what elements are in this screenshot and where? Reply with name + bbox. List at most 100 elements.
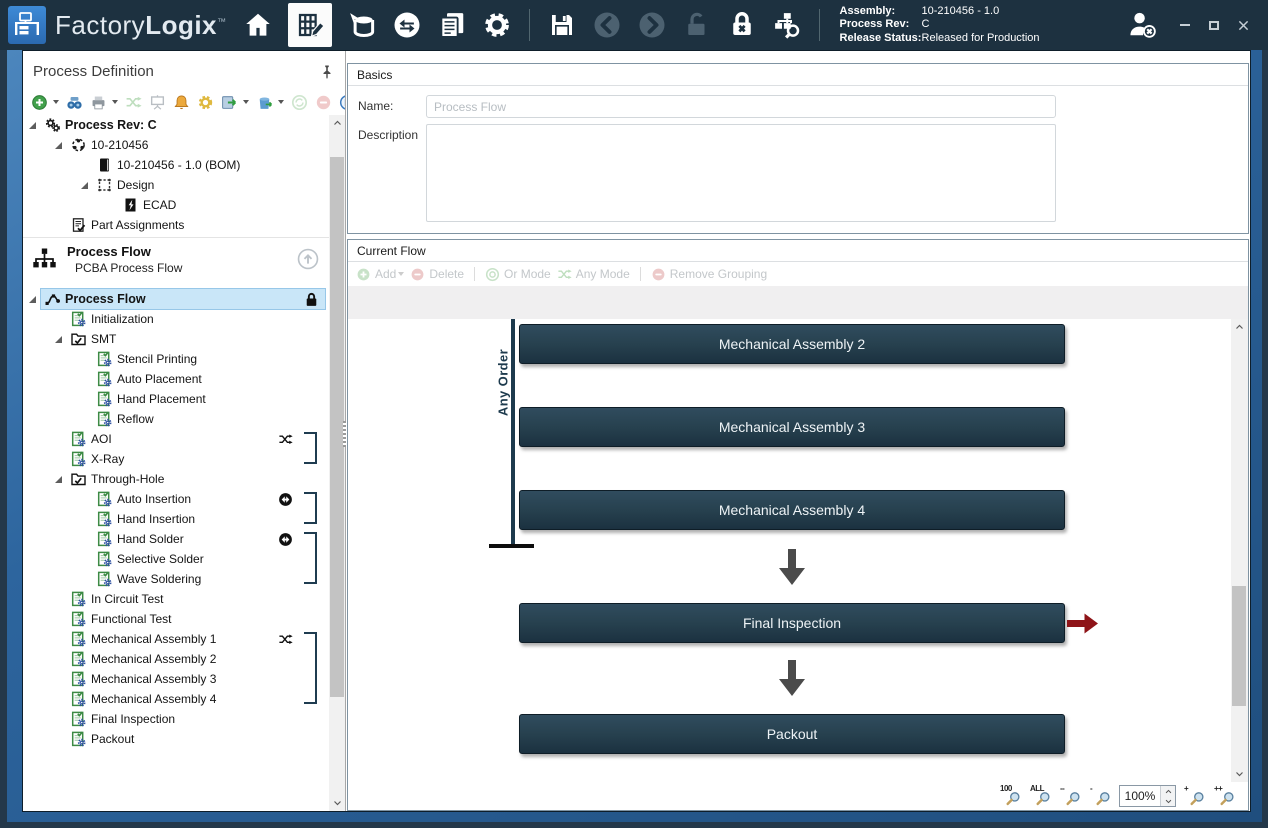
tree-item-process-flow[interactable]: Process Flow xyxy=(41,289,325,309)
dropdown-caret-icon[interactable] xyxy=(278,100,284,104)
flow-search-button[interactable] xyxy=(772,10,802,40)
canvas-scrollbar[interactable] xyxy=(1231,319,1248,782)
collapse-section-button[interactable] xyxy=(297,248,319,270)
unlock-button[interactable] xyxy=(682,10,712,40)
zoom-spin-down[interactable] xyxy=(1161,796,1175,806)
scroll-down-arrow[interactable] xyxy=(1231,766,1247,782)
tree-item-smt[interactable]: SMT xyxy=(67,329,119,349)
binoculars-button[interactable] xyxy=(66,94,83,111)
minimize-button[interactable] xyxy=(1174,14,1196,36)
expander-icon[interactable] xyxy=(81,182,93,189)
tree-item-mechanical-assembly-3[interactable]: Mechanical Assembly 3 xyxy=(67,669,219,689)
tree-item-initialization[interactable]: Initialization xyxy=(67,309,157,329)
flow-node-final-inspection[interactable]: Final Inspection xyxy=(519,603,1065,643)
tree-item-hand-insertion[interactable]: Hand Insertion xyxy=(93,509,198,529)
zoom-spin-up[interactable] xyxy=(1161,786,1175,796)
scroll-thumb[interactable] xyxy=(1232,586,1246,706)
expander-icon[interactable] xyxy=(55,142,67,149)
maximize-button[interactable] xyxy=(1203,14,1225,36)
tree-item-process-rev-c[interactable]: Process Rev: C xyxy=(41,115,160,135)
tree-item-hand-solder[interactable]: Hand Solder xyxy=(93,529,187,549)
zoom-100-button[interactable]: 100 xyxy=(999,784,1022,808)
tree-item-mechanical-assembly-2[interactable]: Mechanical Assembly 2 xyxy=(67,649,219,669)
tree-item-functional-test[interactable]: Functional Test xyxy=(67,609,175,629)
tree-item-selective-solder[interactable]: Selective Solder xyxy=(93,549,207,569)
settings-button[interactable] xyxy=(482,10,512,40)
scroll-up-arrow[interactable] xyxy=(1231,319,1247,335)
expander-icon[interactable] xyxy=(55,476,67,483)
transfer-button[interactable] xyxy=(392,10,422,40)
tree-item-part-assignments[interactable]: Part Assignments xyxy=(67,215,187,235)
data-import-button[interactable] xyxy=(347,10,377,40)
tree-item-auto-placement[interactable]: Auto Placement xyxy=(93,369,205,389)
export-button[interactable] xyxy=(221,94,238,111)
any-mode-dim-button[interactable] xyxy=(125,94,142,111)
documents-button[interactable] xyxy=(437,10,467,40)
tree-item-hand-placement[interactable]: Hand Placement xyxy=(93,389,209,409)
flow-canvas[interactable]: Any OrderMechanical Assembly 2Mechanical… xyxy=(348,319,1231,782)
tree-item-stencil-printing[interactable]: Stencil Printing xyxy=(93,349,200,369)
zoom-in-button[interactable]: + xyxy=(1183,784,1206,808)
presentation-dim-button[interactable] xyxy=(149,94,166,111)
tree-item-ecad[interactable]: ECAD xyxy=(119,195,179,215)
add-button[interactable]: Add xyxy=(356,267,404,282)
dropdown-caret-icon[interactable] xyxy=(112,100,118,104)
lock-x-button[interactable] xyxy=(727,10,757,40)
tree-item-wave-soldering[interactable]: Wave Soldering xyxy=(93,569,204,589)
remove-grouping-button[interactable]: Remove Grouping xyxy=(651,267,767,282)
flow-node-packout[interactable]: Packout xyxy=(519,714,1065,754)
tree-item-in-circuit-test[interactable]: In Circuit Test xyxy=(67,589,166,609)
delete-button[interactable]: Delete xyxy=(410,267,464,282)
scroll-up-arrow[interactable] xyxy=(329,115,345,131)
remove-dim-button[interactable] xyxy=(315,94,332,111)
tree-item-reflow[interactable]: Reflow xyxy=(93,409,157,429)
tree-item-final-inspection[interactable]: Final Inspection xyxy=(67,709,178,729)
tree-item-packout[interactable]: Packout xyxy=(67,729,137,749)
zoom-value-input[interactable] xyxy=(1120,786,1160,806)
print-button[interactable] xyxy=(90,94,107,111)
user-logout-button[interactable] xyxy=(1126,9,1160,41)
pin-icon[interactable] xyxy=(319,64,335,80)
expander-icon[interactable] xyxy=(29,296,41,303)
tree-item-auto-insertion[interactable]: Auto Insertion xyxy=(93,489,194,509)
flow-node-mechanical-assembly-3[interactable]: Mechanical Assembly 3 xyxy=(519,407,1065,447)
flow-node-mechanical-assembly-2[interactable]: Mechanical Assembly 2 xyxy=(519,324,1065,364)
tree-scrollbar[interactable] xyxy=(329,115,345,811)
any-mode-button[interactable]: Any Mode xyxy=(557,267,630,282)
tree-item-x-ray[interactable]: X-Ray xyxy=(67,449,127,469)
home-button[interactable] xyxy=(243,10,273,40)
expander-icon[interactable] xyxy=(55,336,67,343)
tree-item-design[interactable]: Design xyxy=(93,175,157,195)
tree-item-10-210456-1-0-bom-[interactable]: 10-210456 - 1.0 (BOM) xyxy=(93,155,243,175)
tree-item-aoi[interactable]: AOI xyxy=(67,429,115,449)
gear-yellow-button[interactable] xyxy=(197,94,214,111)
save-button[interactable] xyxy=(547,10,577,40)
expander-icon[interactable] xyxy=(29,122,41,129)
flow-node-mechanical-assembly-4[interactable]: Mechanical Assembly 4 xyxy=(519,490,1065,530)
zoom-in-double-button[interactable]: ++ xyxy=(1213,784,1236,808)
close-button[interactable] xyxy=(1232,14,1254,36)
tree-item-10-210456[interactable]: 10-210456 xyxy=(67,135,151,155)
bell-button[interactable] xyxy=(173,94,190,111)
main-content: Process Definition Process Rev: C10-2104… xyxy=(22,50,1251,812)
scroll-thumb[interactable] xyxy=(330,157,344,697)
tree-item-through-hole[interactable]: Through-Hole xyxy=(67,469,167,489)
dropdown-caret-icon[interactable] xyxy=(53,100,59,104)
back-button[interactable] xyxy=(592,10,622,40)
add-green-button[interactable] xyxy=(31,94,48,111)
forward-button[interactable] xyxy=(637,10,667,40)
process-definition-button[interactable] xyxy=(295,10,325,40)
description-input[interactable] xyxy=(426,124,1056,222)
or-mode-button[interactable]: Or Mode xyxy=(485,267,551,282)
zoom-all-button[interactable]: ALL xyxy=(1029,784,1052,808)
name-input[interactable] xyxy=(426,95,1056,118)
zoom-out-double-button[interactable]: -- xyxy=(1059,784,1082,808)
process-flow-section-header[interactable]: Process Flow PCBA Process Flow xyxy=(23,237,329,281)
tree-item-mechanical-assembly-4[interactable]: Mechanical Assembly 4 xyxy=(67,689,219,709)
dropdown-caret-icon[interactable] xyxy=(243,100,249,104)
trash-button[interactable] xyxy=(256,94,273,111)
zoom-out-button[interactable]: - xyxy=(1089,784,1112,808)
refresh-dim-button[interactable] xyxy=(291,94,308,111)
scroll-down-arrow[interactable] xyxy=(329,795,345,811)
tree-item-mechanical-assembly-1[interactable]: Mechanical Assembly 1 xyxy=(67,629,219,649)
